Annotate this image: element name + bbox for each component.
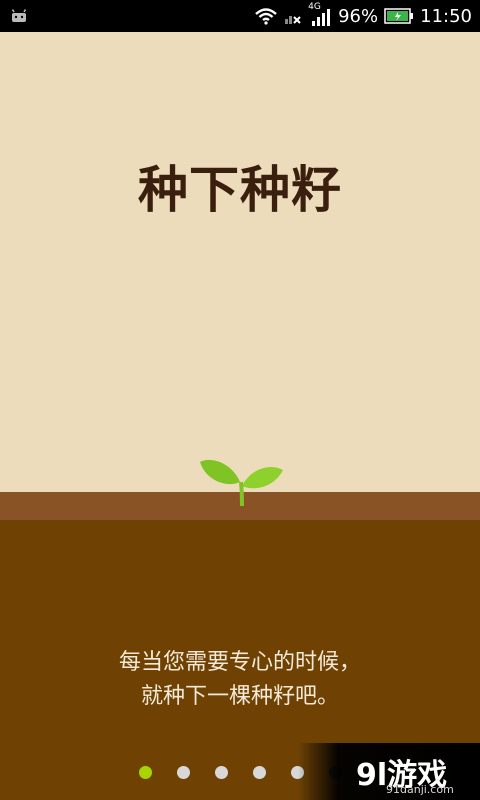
page-dot[interactable] [176, 766, 190, 779]
status-bar: 4G 96% 11:50 [0, 0, 480, 32]
onboarding-description: 每当您需要专心的时候， 就种下一棵种籽吧。 [0, 646, 480, 714]
clock: 11:50 [420, 5, 472, 27]
page-dot[interactable] [252, 766, 266, 779]
page-dot[interactable] [214, 766, 228, 779]
battery-percentage: 96% [338, 5, 379, 27]
cell-signal-icon [312, 9, 331, 26]
no-signal-icon [285, 16, 301, 24]
description-line: 就种下一棵种籽吧。 [140, 684, 339, 709]
page-dot-active[interactable] [138, 766, 152, 779]
wifi-icon [255, 8, 277, 25]
status-icons: 4G 96% 11:50 [254, 2, 472, 27]
description-line: 每当您需要专心的时候， [118, 650, 361, 675]
network-4g-signal: 4G [308, 2, 332, 26]
seedling-icon [200, 459, 283, 507]
sky-background [0, 32, 480, 492]
battery-charging-icon [384, 8, 414, 24]
page-title: 种下种籽 [138, 161, 342, 219]
android-debug-icon [11, 9, 27, 22]
watermark: 9l游戏 91danji.com [298, 743, 480, 800]
watermark-domain: 91danji.com [386, 783, 454, 796]
